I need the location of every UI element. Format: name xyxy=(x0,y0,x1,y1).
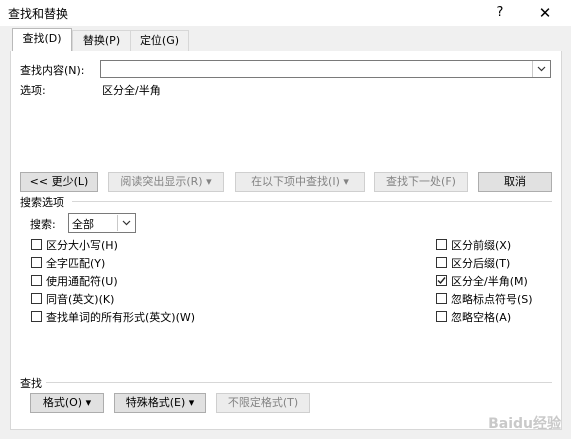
checkmark-icon xyxy=(437,277,446,285)
close-icon[interactable]: ✕ xyxy=(528,0,562,26)
wildcards-label: 使用通配符(U) xyxy=(46,275,118,288)
format-button[interactable]: 格式(O) ▾ xyxy=(30,393,104,413)
match-prefix-label: 区分前缀(X) xyxy=(451,239,512,252)
less-button[interactable]: << 更少(L) xyxy=(20,172,98,192)
help-icon[interactable]: ? xyxy=(483,0,517,26)
all-word-forms-checkbox[interactable] xyxy=(31,311,42,322)
find-history-dropdown[interactable] xyxy=(532,61,550,77)
ignore-spaces-checkbox[interactable] xyxy=(436,311,447,322)
search-scope-value: 全部 xyxy=(72,218,94,231)
ignore-punctuation-label: 忽略标点符号(S) xyxy=(451,293,533,306)
find-label: 查找内容(N): xyxy=(20,64,85,77)
chevron-down-icon xyxy=(122,220,131,226)
cancel-button[interactable]: 取消 xyxy=(478,172,552,192)
tab-replace[interactable]: 替换(P) xyxy=(72,30,131,51)
search-scope-dropdown[interactable] xyxy=(117,215,135,231)
wildcards-checkbox[interactable] xyxy=(31,275,42,286)
options-value: 区分全/半角 xyxy=(102,84,161,97)
watermark-logo: Baidu经验 xyxy=(488,416,561,432)
sounds-like-checkbox[interactable] xyxy=(31,293,42,304)
divider xyxy=(72,201,552,202)
background-document-edge xyxy=(0,26,10,439)
ignore-spaces-label: 忽略空格(A) xyxy=(451,311,512,324)
match-case-checkbox[interactable] xyxy=(31,239,42,250)
match-case-label: 区分大小写(H) xyxy=(46,239,118,252)
find-in-button[interactable]: 在以下项中查找(I) ▾ xyxy=(235,172,365,192)
match-suffix-checkbox[interactable] xyxy=(436,257,447,268)
full-half-width-checkbox[interactable] xyxy=(436,275,447,286)
divider xyxy=(46,382,552,383)
find-next-button[interactable]: 查找下一处(F) xyxy=(374,172,468,192)
tab-goto[interactable]: 定位(G) xyxy=(130,30,189,51)
find-section-title: 查找 xyxy=(20,377,42,390)
sounds-like-label: 同音(英文)(K) xyxy=(46,293,115,306)
whole-word-checkbox[interactable] xyxy=(31,257,42,268)
full-half-width-label: 区分全/半角(M) xyxy=(451,275,528,288)
match-suffix-label: 区分后缀(T) xyxy=(451,257,511,270)
reading-highlight-button[interactable]: 阅读突出显示(R) ▾ xyxy=(108,172,224,192)
all-word-forms-label: 查找单词的所有形式(英文)(W) xyxy=(46,311,196,324)
no-formatting-button[interactable]: 不限定格式(T) xyxy=(216,393,310,413)
find-input[interactable] xyxy=(100,60,551,78)
ignore-punctuation-checkbox[interactable] xyxy=(436,293,447,304)
search-label: 搜索: xyxy=(30,218,56,231)
tab-find[interactable]: 查找(D) xyxy=(12,28,72,52)
search-scope-select[interactable]: 全部 xyxy=(68,213,136,233)
chevron-down-icon xyxy=(537,66,546,72)
match-prefix-checkbox[interactable] xyxy=(436,239,447,250)
special-format-button[interactable]: 特殊格式(E) ▾ xyxy=(114,393,206,413)
options-label: 选项: xyxy=(20,84,46,97)
window-title: 查找和替换 xyxy=(8,7,69,21)
search-options-title: 搜索选项 xyxy=(20,196,64,209)
whole-word-label: 全字匹配(Y) xyxy=(46,257,106,270)
